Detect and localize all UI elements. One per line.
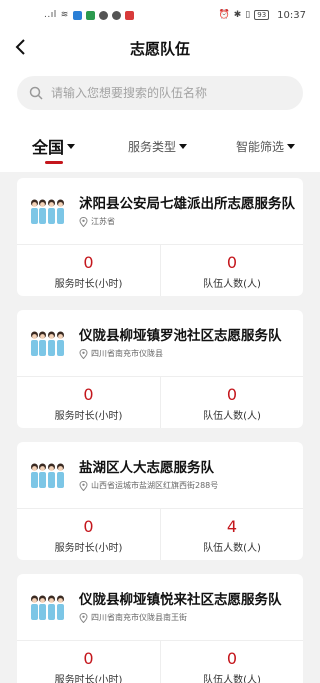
team-avatar-icon bbox=[31, 331, 64, 356]
team-location-text: 山西省运城市盐湖区红旗西街288号 bbox=[91, 481, 219, 490]
service-hours-label: 服务时长(小时) bbox=[54, 411, 123, 422]
team-avatar-icon bbox=[31, 595, 64, 620]
team-location: 山西省运城市盐湖区红旗西街288号 bbox=[79, 480, 218, 491]
chevron-left-icon bbox=[15, 39, 25, 55]
team-name: 盐湖区人大志愿服务队 bbox=[79, 460, 214, 476]
location-pin-icon bbox=[79, 480, 88, 491]
service-hours-value: 0 bbox=[83, 253, 94, 272]
team-location: 四川省南充市仪陇县南王街 bbox=[79, 612, 187, 623]
member-count-value: 0 bbox=[226, 385, 238, 404]
team-name: 仪陇县柳垭镇悦来社区志愿服务队 bbox=[79, 592, 282, 608]
member-count-label: 队伍人数(人) bbox=[203, 279, 261, 290]
service-type-filter[interactable]: 服务类型 bbox=[128, 138, 188, 155]
message-icon bbox=[98, 10, 108, 20]
member-count-label: 队伍人数(人) bbox=[203, 543, 261, 554]
team-card[interactable]: 沭阳县公安局七雄派出所志愿服务队 江苏省 0 服务时长(小时) 0 队伍人数(人… bbox=[17, 178, 303, 296]
team-location-text: 四川省南充市仪陇县南王街 bbox=[91, 613, 187, 622]
service-type-filter-label: 服务类型 bbox=[128, 140, 177, 154]
search-input[interactable] bbox=[51, 86, 271, 100]
battery-icon: 93 bbox=[254, 10, 270, 20]
smart-filter[interactable]: 智能筛选 bbox=[236, 138, 296, 155]
status-icons-left: ..ıl ≋ bbox=[44, 10, 134, 20]
service-hours-stat: 0 服务时长(小时) bbox=[17, 245, 160, 296]
status-bar: ..ıl ≋ ⏰ ✱ ▯ 93 10:37 bbox=[0, 0, 320, 30]
alarm-icon: ⏰ bbox=[218, 10, 230, 20]
team-avatar-icon bbox=[31, 199, 64, 224]
team-location-text: 江苏省 bbox=[91, 217, 115, 226]
signal-icon: ..ıl bbox=[44, 10, 57, 20]
location-pin-icon bbox=[79, 348, 88, 359]
search-icon bbox=[29, 86, 43, 100]
service-hours-label: 服务时长(小时) bbox=[54, 543, 123, 554]
vibrate-icon: ▯ bbox=[245, 10, 251, 20]
team-location-text: 四川省南充市仪陇县 bbox=[91, 349, 163, 358]
team-stats: 0 服务时长(小时) 4 队伍人数(人) bbox=[17, 508, 303, 560]
app-notification-icon bbox=[124, 10, 134, 20]
nav-bar: 志愿队伍 bbox=[0, 30, 320, 66]
service-hours-value: 0 bbox=[83, 517, 94, 536]
bluetooth-icon: ✱ bbox=[233, 10, 242, 20]
active-filter-indicator bbox=[45, 161, 63, 164]
service-hours-label: 服务时长(小时) bbox=[54, 675, 123, 683]
service-hours-label: 服务时长(小时) bbox=[54, 279, 123, 290]
location-pin-icon bbox=[79, 612, 88, 623]
member-count-stat: 0 队伍人数(人) bbox=[160, 641, 303, 683]
team-name: 沭阳县公安局七雄派出所志愿服务队 bbox=[79, 196, 295, 212]
wifi-icon: ≋ bbox=[60, 10, 69, 20]
team-stats: 0 服务时长(小时) 0 队伍人数(人) bbox=[17, 376, 303, 428]
member-count-stat: 0 队伍人数(人) bbox=[160, 245, 303, 296]
region-filter[interactable]: 全国 bbox=[32, 134, 76, 158]
app-notification-icon bbox=[72, 10, 82, 20]
team-stats: 0 服务时长(小时) 0 队伍人数(人) bbox=[17, 640, 303, 683]
team-stats: 0 服务时长(小时) 0 队伍人数(人) bbox=[17, 244, 303, 296]
team-location: 四川省南充市仪陇县 bbox=[79, 348, 163, 359]
search-bar[interactable] bbox=[17, 76, 303, 110]
member-count-label: 队伍人数(人) bbox=[203, 675, 261, 683]
team-card[interactable]: 仪陇县柳垭镇悦来社区志愿服务队 四川省南充市仪陇县南王街 0 服务时长(小时) … bbox=[17, 574, 303, 683]
member-count-stat: 0 队伍人数(人) bbox=[160, 377, 303, 428]
app-notification-icon bbox=[85, 10, 95, 20]
caret-down-icon bbox=[287, 144, 296, 149]
caret-down-icon bbox=[179, 144, 188, 149]
clock: 10:37 bbox=[277, 9, 306, 21]
smart-filter-label: 智能筛选 bbox=[236, 140, 285, 154]
page-title: 志愿队伍 bbox=[129, 39, 190, 58]
team-list: 沭阳县公安局七雄派出所志愿服务队 江苏省 0 服务时长(小时) 0 队伍人数(人… bbox=[17, 178, 303, 683]
member-count-value: 0 bbox=[226, 253, 238, 272]
member-count-value: 4 bbox=[226, 517, 238, 536]
team-location: 江苏省 bbox=[79, 216, 115, 227]
chat-icon bbox=[111, 10, 121, 20]
service-hours-stat: 0 服务时长(小时) bbox=[17, 509, 160, 560]
team-avatar-icon bbox=[31, 463, 64, 488]
service-hours-value: 0 bbox=[83, 649, 94, 668]
location-pin-icon bbox=[79, 216, 88, 227]
team-name: 仪陇县柳垭镇罗池社区志愿服务队 bbox=[79, 328, 282, 344]
status-icons-right: ⏰ ✱ ▯ 93 10:37 bbox=[219, 10, 306, 21]
region-filter-label: 全国 bbox=[32, 138, 65, 157]
service-hours-stat: 0 服务时长(小时) bbox=[17, 377, 160, 428]
service-hours-value: 0 bbox=[83, 385, 94, 404]
team-card[interactable]: 仪陇县柳垭镇罗池社区志愿服务队 四川省南充市仪陇县 0 服务时长(小时) 0 队… bbox=[17, 310, 303, 428]
member-count-stat: 4 队伍人数(人) bbox=[160, 509, 303, 560]
back-button[interactable] bbox=[10, 36, 32, 58]
member-count-value: 0 bbox=[226, 649, 238, 668]
service-hours-stat: 0 服务时长(小时) bbox=[17, 641, 160, 683]
member-count-label: 队伍人数(人) bbox=[203, 411, 261, 422]
filter-bar: 全国 服务类型 智能筛选 bbox=[0, 130, 320, 170]
caret-down-icon bbox=[67, 143, 76, 149]
team-card[interactable]: 盐湖区人大志愿服务队 山西省运城市盐湖区红旗西街288号 0 服务时长(小时) … bbox=[17, 442, 303, 560]
